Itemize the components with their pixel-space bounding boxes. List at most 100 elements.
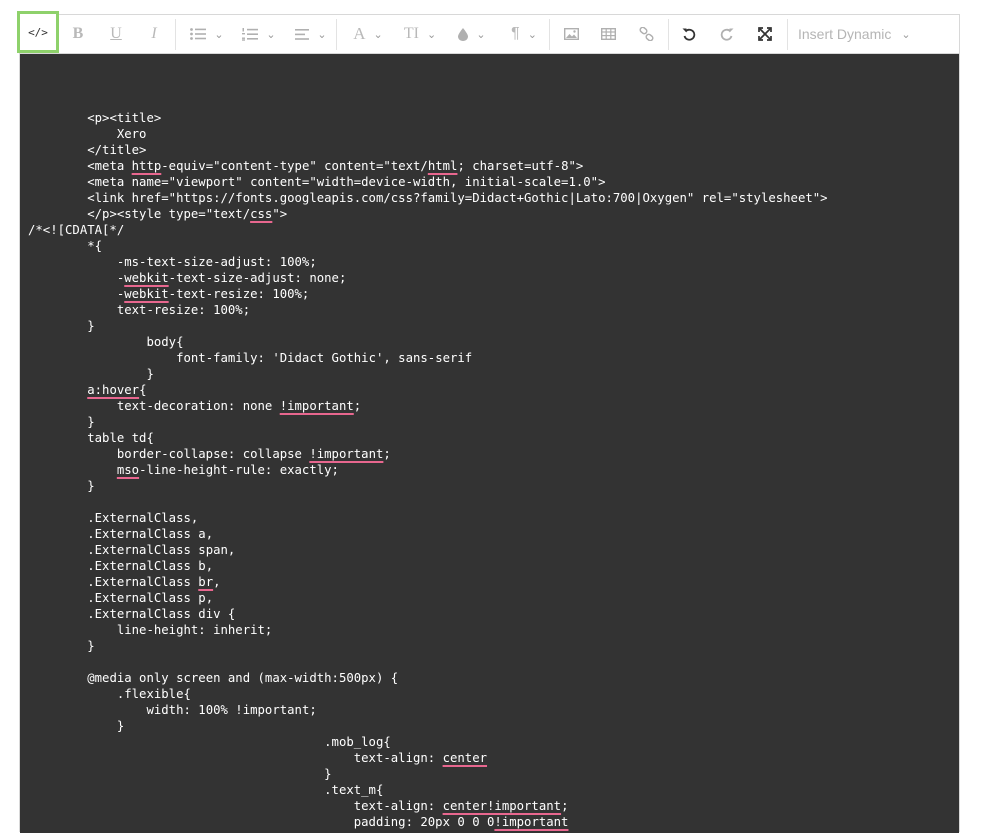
source-code-button[interactable]: </> bbox=[17, 11, 59, 53]
bold-button[interactable]: B bbox=[65, 15, 91, 53]
fullscreen-button[interactable] bbox=[752, 15, 778, 53]
code-token: ; bbox=[561, 799, 569, 813]
code-token: .flexible{ bbox=[116, 687, 191, 701]
code-token: .ExternalClass bbox=[87, 575, 199, 589]
code-token: *{ bbox=[87, 239, 103, 253]
code-line: width: 100% !important; bbox=[28, 702, 828, 718]
align-button[interactable]: ⌄ bbox=[290, 15, 332, 53]
droplet-icon bbox=[458, 27, 469, 41]
code-token: text-decoration: none bbox=[116, 399, 280, 413]
code-token: <meta name="viewport" content="width=dev… bbox=[87, 175, 606, 189]
font-size-button[interactable]: TI ⌄ bbox=[399, 15, 441, 53]
code-token: { bbox=[139, 383, 147, 397]
spellcheck-flagged-word: webkit bbox=[124, 271, 169, 285]
undo-icon bbox=[682, 27, 696, 41]
numbered-list-button[interactable]: ⌄ bbox=[238, 15, 280, 53]
italic-button[interactable]: I bbox=[141, 15, 167, 53]
code-token: } bbox=[87, 415, 95, 429]
code-token: font-family: 'Didact Gothic', sans-serif bbox=[176, 351, 473, 365]
font-family-button[interactable]: A ⌄ bbox=[347, 15, 389, 53]
code-token: .ExternalClass span, bbox=[87, 543, 236, 557]
code-line: .ExternalClass a, bbox=[28, 526, 828, 542]
code-line: table td{ bbox=[28, 430, 828, 446]
code-token: .mob_log{ bbox=[324, 735, 391, 749]
code-token: </title> bbox=[87, 143, 147, 157]
font-size-icon: TI bbox=[403, 25, 419, 42]
code-token: /*<![CDATA[*/ bbox=[28, 223, 125, 237]
bullet-list-button[interactable]: ⌄ bbox=[186, 15, 228, 53]
underline-button[interactable]: U bbox=[103, 15, 129, 53]
code-token: "> bbox=[272, 207, 288, 221]
code-token: } bbox=[146, 367, 154, 381]
toolbar-divider bbox=[336, 19, 337, 50]
link-icon bbox=[638, 27, 654, 41]
insert-link-button[interactable] bbox=[633, 15, 659, 53]
insert-dynamic-label: Insert Dynamic bbox=[798, 26, 892, 42]
code-token: -ms-text-size-adjust: 100%; bbox=[116, 255, 317, 269]
bold-icon: B bbox=[72, 25, 84, 42]
code-line: font-family: 'Didact Gothic', sans-serif bbox=[28, 350, 828, 366]
code-token: </p><style type="text/ bbox=[87, 207, 251, 221]
chevron-down-icon: ⌄ bbox=[266, 28, 276, 41]
code-token: } bbox=[87, 319, 95, 333]
paragraph-icon: ¶ bbox=[511, 25, 520, 42]
spellcheck-flagged-word: css bbox=[250, 207, 273, 221]
code-line: </title> bbox=[28, 142, 828, 158]
expand-icon bbox=[758, 27, 772, 41]
text-color-button[interactable]: ⌄ bbox=[451, 15, 493, 53]
spellcheck-flagged-word: center bbox=[442, 751, 488, 765]
source-code-editor[interactable]: <p><title> Xero </title> <meta http-equi… bbox=[20, 54, 959, 833]
code-token: .ExternalClass a, bbox=[87, 527, 214, 541]
toolbar-divider bbox=[787, 19, 788, 50]
code-line: -webkit-text-size-adjust: none; bbox=[28, 270, 828, 286]
code-line: } bbox=[28, 638, 828, 654]
code-token: border-collapse: collapse bbox=[116, 447, 310, 461]
code-token: -equiv="content-type" content="text/ bbox=[161, 159, 428, 173]
code-line: body{ bbox=[28, 334, 828, 350]
code-line: } bbox=[28, 718, 828, 734]
code-line: Xero bbox=[28, 126, 828, 142]
code-line: </p><style type="text/css"> bbox=[28, 206, 828, 222]
redo-button[interactable] bbox=[714, 15, 740, 53]
code-token: .ExternalClass p, bbox=[87, 591, 214, 605]
toolbar-divider bbox=[549, 19, 550, 50]
chevron-down-icon: ⌄ bbox=[373, 28, 383, 41]
editor-toolbar: </> B U I ⌄ ⌄ ⌄ A ⌄ TI ⌄ ⌄ ¶ ⌄ Insert Dy… bbox=[17, 11, 959, 54]
insert-image-button[interactable] bbox=[558, 15, 584, 53]
code-token: text-align: bbox=[353, 799, 443, 813]
code-line: padding: 20px 0 0 0!important bbox=[28, 814, 828, 830]
code-line: line-height: inherit; bbox=[28, 622, 828, 638]
code-line: a:hover{ bbox=[28, 382, 828, 398]
code-line: .mob_log{ bbox=[28, 734, 828, 750]
insert-table-button[interactable] bbox=[595, 15, 621, 53]
bullet-list-icon bbox=[190, 28, 207, 40]
code-token: .ExternalClass, bbox=[87, 511, 199, 525]
code-line: .ExternalClass span, bbox=[28, 542, 828, 558]
code-line: *{ bbox=[28, 238, 828, 254]
code-token: Xero bbox=[116, 127, 147, 141]
paragraph-format-button[interactable]: ¶ ⌄ bbox=[503, 15, 545, 53]
code-token: .text_m{ bbox=[324, 783, 384, 797]
code-line: <meta name="viewport" content="width=dev… bbox=[28, 174, 828, 190]
code-line: mso-line-height-rule: exactly; bbox=[28, 462, 828, 478]
chevron-down-icon: ⌄ bbox=[476, 28, 486, 41]
code-line: .ExternalClass b, bbox=[28, 558, 828, 574]
code-token: -line-height-rule: exactly; bbox=[139, 463, 339, 477]
source-code-text[interactable]: <p><title> Xero </title> <meta http-equi… bbox=[28, 110, 828, 830]
image-icon bbox=[563, 28, 579, 40]
spellcheck-flagged-word: webkit bbox=[124, 287, 169, 301]
code-line: } bbox=[28, 414, 828, 430]
undo-button[interactable] bbox=[676, 15, 702, 53]
code-line: text-resize: 100%; bbox=[28, 302, 828, 318]
italic-icon: I bbox=[151, 25, 157, 42]
code-token: ; bbox=[353, 399, 362, 413]
code-icon: </> bbox=[28, 25, 48, 39]
code-line: .ExternalClass div { bbox=[28, 606, 828, 622]
insert-dynamic-dropdown[interactable]: Insert Dynamic ⌄ bbox=[798, 15, 911, 53]
code-line: border-collapse: collapse !important; bbox=[28, 446, 828, 462]
code-line: .ExternalClass br, bbox=[28, 574, 828, 590]
code-line: .ExternalClass p, bbox=[28, 590, 828, 606]
code-line: @media only screen and (max-width:500px)… bbox=[28, 670, 828, 686]
code-token: <meta bbox=[87, 159, 132, 173]
